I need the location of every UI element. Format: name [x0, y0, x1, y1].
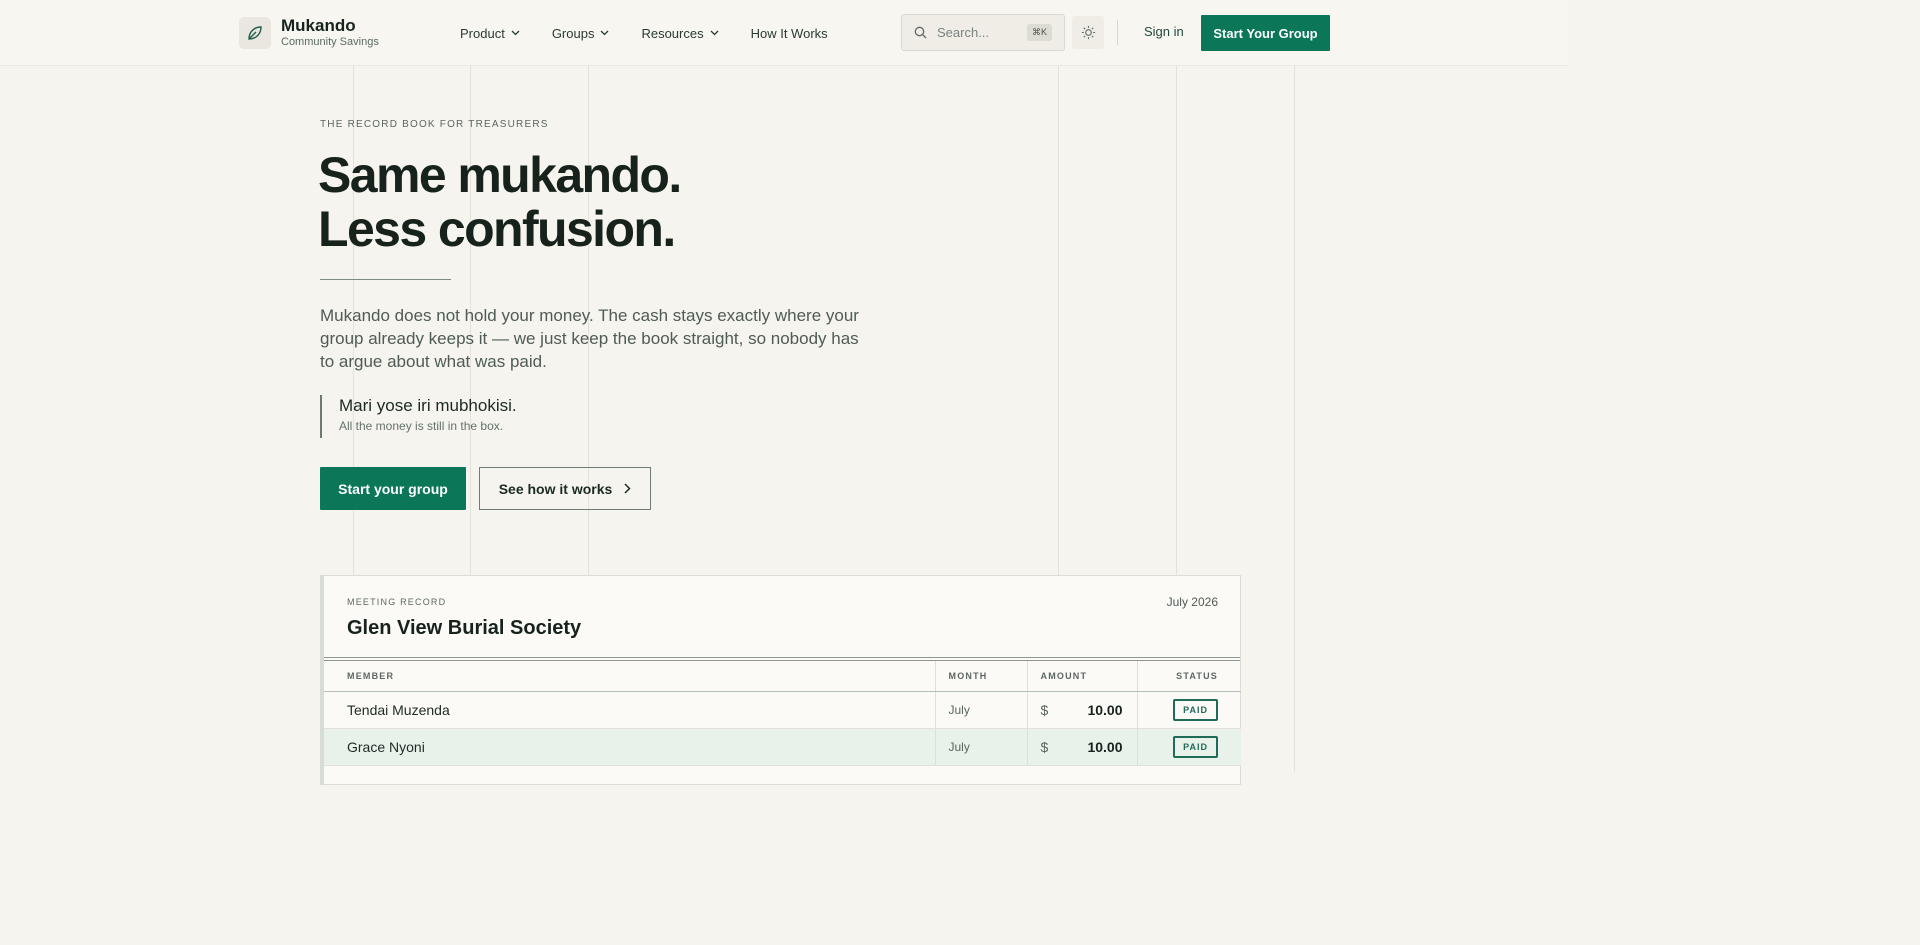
brand-name: Mukando [281, 16, 356, 35]
brand-tagline: Community Savings [281, 36, 379, 48]
status-cell: PAID [1137, 691, 1241, 729]
chevron-right-icon [624, 483, 631, 494]
nav-resources[interactable]: Resources [641, 25, 719, 41]
meeting-record-card: MEETING RECORD Glen View Burial Society … [320, 575, 1241, 785]
chevron-down-icon [600, 30, 609, 36]
hero-title-line2: Less confusion. [318, 201, 676, 257]
column-status: STATUS [1137, 661, 1241, 692]
currency-symbol: $ [1040, 701, 1049, 718]
member-name: Grace Nyoni [324, 728, 936, 766]
status-badge: PAID [1173, 735, 1218, 758]
column-member: MEMBER [324, 661, 936, 692]
search-shortcut: ⌘K [1026, 24, 1052, 41]
search-icon [914, 26, 927, 39]
status-badge: PAID [1173, 698, 1218, 721]
column-amount: AMOUNT [1027, 661, 1138, 692]
table-row[interactable]: Tendai Muzenda July $ 10.00 PAID [324, 691, 1241, 729]
nav-how-it-works[interactable]: How It Works [751, 26, 828, 41]
record-date: July 2026 [1166, 595, 1218, 609]
amount-value: 10.00 [1087, 738, 1123, 755]
member-name: Tendai Muzenda [324, 691, 936, 729]
hero-quote: Mari yose iri mubhokisi. All the money i… [320, 395, 517, 438]
currency-symbol: $ [1040, 738, 1049, 755]
nav-groups-label: Groups [551, 25, 595, 41]
theme-toggle-button[interactable] [1072, 16, 1104, 49]
month-cell: July [935, 691, 1028, 729]
amount-value: 10.00 [1087, 701, 1123, 718]
ledger-header-row: MEMBER MONTH AMOUNT STATUS [324, 661, 1241, 692]
nav-resources-label: Resources [641, 25, 704, 41]
sun-icon [1081, 25, 1095, 40]
table-row[interactable]: Grace Nyoni July $ 10.00 PAID [324, 728, 1241, 766]
hero-description: Mukando does not hold your money. The ca… [320, 306, 859, 371]
sign-in-link[interactable]: Sign in [1144, 24, 1184, 39]
quote-text: Mari yose iri mubhokisi. [339, 396, 517, 415]
status-cell: PAID [1137, 728, 1241, 766]
record-eyebrow: MEETING RECORD [347, 597, 447, 607]
hero-title-line1: Same mukando. [318, 147, 682, 203]
main-nav: Product Groups Resources How It Works [460, 0, 860, 66]
record-title: Glen View Burial Society [347, 617, 582, 639]
header-divider [1117, 20, 1118, 45]
nav-product[interactable]: Product [460, 26, 520, 41]
search-input[interactable]: Search... ⌘K [901, 14, 1065, 51]
hero-divider [320, 279, 451, 280]
nav-how-it-works-label: How It Works [750, 25, 828, 41]
brand-logo[interactable]: Mukando Community Savings [239, 16, 379, 49]
start-your-group-button[interactable]: Start your group [320, 467, 466, 510]
hero-title: Same mukando. Less confusion. [318, 147, 682, 257]
see-how-it-works-button[interactable]: See how it works [479, 467, 651, 510]
column-month: MONTH [935, 661, 1028, 692]
site-header: Mukando Community Savings Product Groups… [0, 0, 1568, 66]
nav-groups[interactable]: Groups [552, 26, 610, 41]
month-cell: July [935, 728, 1028, 766]
leaf-icon [239, 16, 271, 49]
nav-product-label: Product [460, 25, 505, 41]
quote-translation: All the money is still in the box. [339, 419, 504, 433]
amount-cell: $ 10.00 [1027, 691, 1138, 729]
start-your-group-header-button[interactable]: Start Your Group [1201, 15, 1330, 51]
ledger-table: MEMBER MONTH AMOUNT STATUS Tendai Muzend… [324, 661, 1241, 766]
chevron-down-icon [511, 30, 520, 36]
chevron-down-icon [710, 30, 719, 36]
amount-cell: $ 10.00 [1027, 728, 1138, 766]
see-how-it-works-label: See how it works [498, 480, 613, 497]
search-placeholder: Search... [937, 25, 990, 40]
hero-eyebrow: THE RECORD BOOK FOR TREASURERS [320, 119, 549, 130]
